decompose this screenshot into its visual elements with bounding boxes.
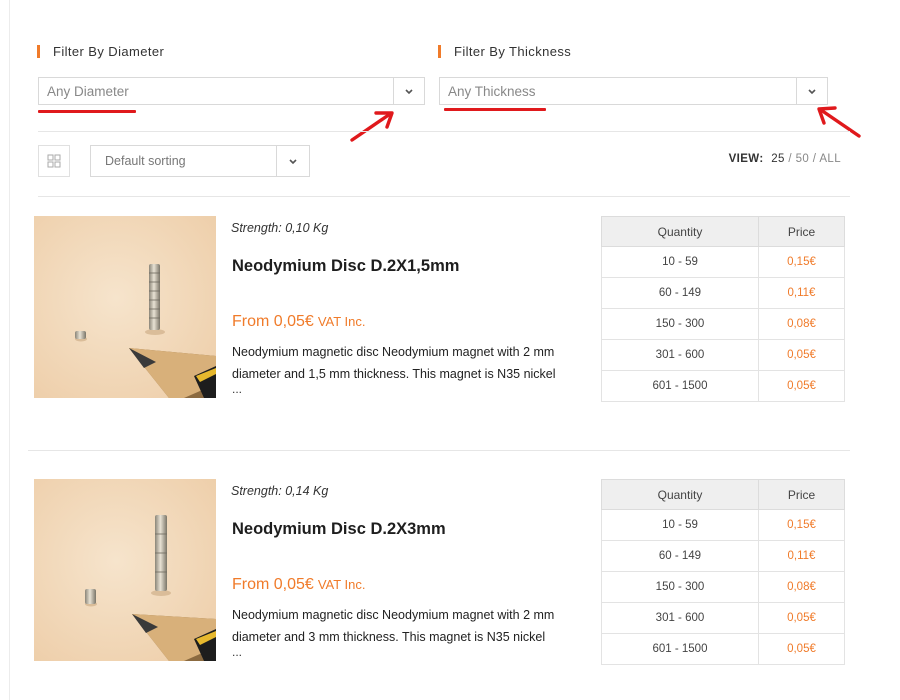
tier-quantity: 301 - 600 — [601, 339, 759, 371]
price-column-header: Price — [757, 216, 846, 247]
tier-price: 0,08€ — [757, 571, 846, 603]
tier-price: 0,15€ — [757, 246, 846, 278]
product-price-value: From 0,05€ — [232, 313, 314, 330]
product-title[interactable]: Neodymium Disc D.2X3mm — [232, 520, 446, 539]
tier-price: 0,11€ — [757, 540, 846, 572]
description-ellipsis: ... — [232, 382, 243, 396]
table-row: 10 - 59 0,15€ — [601, 509, 846, 541]
divider — [38, 196, 850, 197]
table-row: 10 - 59 0,15€ — [601, 246, 846, 278]
tier-price: 0,05€ — [757, 602, 846, 634]
vat-label: VAT Inc. — [317, 314, 366, 329]
divider — [28, 450, 850, 451]
price-column-header: Price — [757, 479, 846, 510]
tier-price: 0,05€ — [757, 370, 846, 402]
tier-quantity: 150 - 300 — [601, 571, 759, 603]
quantity-column-header: Quantity — [601, 216, 759, 247]
description-ellipsis: ... — [232, 645, 243, 659]
product-description: Neodymium magnetic disc Neodymium magnet… — [232, 608, 555, 644]
tier-price: 0,11€ — [757, 277, 846, 309]
tier-quantity: 10 - 59 — [601, 509, 759, 541]
product-strength: Strength: 0,14 Kg — [231, 484, 329, 498]
tier-price: 0,05€ — [757, 339, 846, 371]
product-image[interactable] — [34, 479, 216, 661]
table-row: 601 - 1500 0,05€ — [601, 633, 846, 665]
tier-quantity: 60 - 149 — [601, 540, 759, 572]
product-card: Strength: 0,14 Kg Neodymium Disc D.2X3mm… — [0, 0, 900, 665]
table-row: 150 - 300 0,08€ — [601, 308, 846, 340]
tier-quantity: 601 - 1500 — [601, 370, 759, 402]
tier-quantity: 601 - 1500 — [601, 633, 759, 665]
table-row: 60 - 149 0,11€ — [601, 540, 846, 572]
tier-quantity: 150 - 300 — [601, 308, 759, 340]
price-tier-table: Quantity Price 10 - 59 0,15€ 60 - 149 0,11… — [601, 216, 846, 402]
tier-price: 0,05€ — [757, 633, 846, 665]
table-row: 301 - 600 0,05€ — [601, 339, 846, 371]
table-row: 301 - 600 0,05€ — [601, 602, 846, 634]
product-price: From 0,05€ VAT Inc. — [232, 576, 366, 594]
table-row: 601 - 1500 0,05€ — [601, 370, 846, 402]
tier-quantity: 10 - 59 — [601, 246, 759, 278]
quantity-column-header: Quantity — [601, 479, 759, 510]
table-row: 60 - 149 0,11€ — [601, 277, 846, 309]
tier-quantity: 301 - 600 — [601, 602, 759, 634]
product-price: From 0,05€ VAT Inc. — [232, 313, 366, 331]
tier-price: 0,15€ — [757, 509, 846, 541]
product-price-value: From 0,05€ — [232, 576, 314, 593]
product-image[interactable] — [34, 216, 216, 398]
table-row: 150 - 300 0,08€ — [601, 571, 846, 603]
price-tier-table: Quantity Price 10 - 59 0,15€ 60 - 149 0,11… — [601, 479, 846, 665]
product-title[interactable]: Neodymium Disc D.2X1,5mm — [232, 257, 459, 276]
tier-price: 0,08€ — [757, 308, 846, 340]
product-description: Neodymium magnetic disc Neodymium magnet… — [232, 345, 556, 381]
tier-quantity: 60 - 149 — [601, 277, 759, 309]
vat-label: VAT Inc. — [317, 577, 366, 592]
product-strength: Strength: 0,10 Kg — [231, 221, 329, 235]
